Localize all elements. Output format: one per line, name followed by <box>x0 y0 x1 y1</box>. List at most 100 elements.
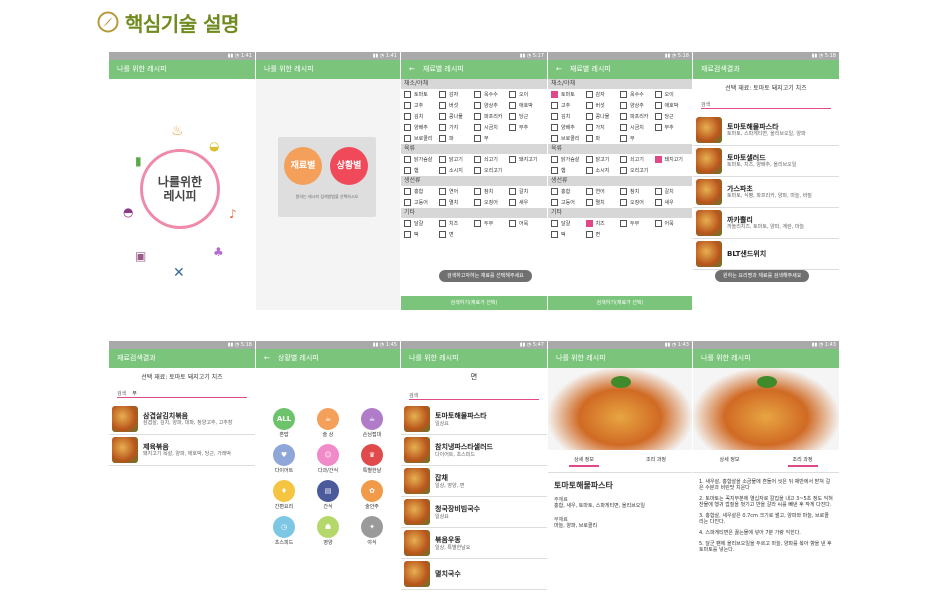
ingredient-option[interactable]: 콩나물 <box>585 113 621 120</box>
ingredient-option[interactable]: 닭고기 <box>585 156 621 163</box>
checkbox[interactable] <box>654 156 662 163</box>
situation-item[interactable]: ☕ 술 상 <box>306 408 350 438</box>
checkbox[interactable] <box>509 156 516 163</box>
checkbox[interactable] <box>404 124 411 131</box>
ingredient-option[interactable]: 달걀 <box>404 220 439 227</box>
checkbox[interactable] <box>474 188 481 195</box>
checkbox[interactable] <box>551 135 558 142</box>
list-item[interactable]: BLT샌드위치 <box>693 239 839 271</box>
situation-button[interactable]: 상황별 <box>330 147 368 185</box>
checkbox[interactable] <box>551 231 558 238</box>
ingredient-option[interactable]: 오이 <box>509 91 544 98</box>
ingredient-option[interactable]: 양상추 <box>474 102 509 109</box>
checkbox[interactable] <box>439 102 446 109</box>
search-field[interactable]: 검색 <box>701 98 831 110</box>
ingredient-option[interactable]: 감자 <box>439 91 474 98</box>
situation-item[interactable]: ♦ 간편요리 <box>262 480 306 510</box>
situation-item[interactable]: ALL 혼밥 <box>262 408 306 438</box>
checkbox[interactable] <box>585 102 593 109</box>
ingredient-option[interactable]: 양배추 <box>551 124 586 131</box>
list-item[interactable]: 가스파초 토마토, 식빵, 파프리카, 양파, 마늘, 바질 <box>693 177 839 209</box>
ingredient-option[interactable]: 돼지고기 <box>509 156 544 163</box>
checkbox[interactable] <box>551 156 558 163</box>
checkbox[interactable] <box>551 199 558 206</box>
ingredient-option[interactable]: 애호박 <box>509 102 544 109</box>
ingredient-option[interactable]: 오리고기 <box>474 167 509 174</box>
checkbox[interactable] <box>620 113 627 120</box>
checkbox[interactable] <box>404 167 411 174</box>
ingredient-option[interactable]: 시금치 <box>474 124 509 131</box>
ingredient-option[interactable]: 김치 <box>404 113 439 120</box>
situation-item[interactable]: ◷ 초스피드 <box>262 516 306 546</box>
checkbox[interactable] <box>474 167 481 174</box>
checkbox[interactable] <box>439 91 446 98</box>
list-item[interactable]: 삼겹살김치볶음 삼겹살, 김치, 양파, 대파, 청양고추, 고추장 <box>109 404 255 436</box>
checkbox[interactable] <box>404 102 411 109</box>
ingredient-option[interactable]: 고추 <box>551 102 586 109</box>
ingredient-option[interactable]: 버섯 <box>585 102 621 109</box>
checkbox[interactable] <box>620 156 627 163</box>
ingredient-option[interactable]: 당근 <box>654 113 690 120</box>
checkbox[interactable] <box>439 167 446 174</box>
ingredient-option[interactable]: 닭고기 <box>439 156 474 163</box>
checkbox[interactable] <box>654 220 662 227</box>
checkbox[interactable] <box>585 231 593 238</box>
checkbox[interactable] <box>585 113 593 120</box>
situation-item[interactable]: ☺ 다과/간식 <box>306 444 350 474</box>
ingredient-option[interactable]: 옥수수 <box>620 91 655 98</box>
checkbox[interactable] <box>620 124 627 131</box>
list-item[interactable]: 토마토샐러드 토마토, 치즈, 양배추, 올리브오일 <box>693 146 839 178</box>
checkbox[interactable] <box>551 113 558 120</box>
checkbox[interactable] <box>509 102 516 109</box>
checkbox[interactable] <box>620 102 627 109</box>
situation-item[interactable]: ✿ 술안주 <box>350 480 394 510</box>
checkbox[interactable] <box>620 167 627 174</box>
checkbox[interactable] <box>551 91 558 98</box>
ingredient-option[interactable]: 김치 <box>551 113 586 120</box>
checkbox[interactable] <box>585 167 593 174</box>
checkbox[interactable] <box>404 156 411 163</box>
checkbox[interactable] <box>585 124 593 131</box>
checkbox[interactable] <box>620 188 627 195</box>
ingredient-option[interactable]: 홍합 <box>404 188 439 195</box>
checkbox[interactable] <box>439 124 446 131</box>
ingredient-option[interactable]: 갈치 <box>509 188 544 195</box>
list-item[interactable]: 토마토해물파스타 일상요 <box>401 404 547 436</box>
ingredient-option[interactable]: 파 <box>585 135 621 142</box>
tab-detail-info[interactable]: 상세 정보 <box>715 455 745 467</box>
ingredient-option[interactable]: 소시지 <box>439 167 474 174</box>
checkbox[interactable] <box>585 91 593 98</box>
ingredient-option[interactable]: 옥수수 <box>474 91 509 98</box>
ingredient-option[interactable]: 새우 <box>654 199 690 206</box>
list-item[interactable]: 토마토해물파스타 토마토, 스파게티면, 올리브오일, 양파 <box>693 115 839 147</box>
ingredient-option[interactable]: 두부 <box>474 220 509 227</box>
ingredient-option[interactable]: 콩나물 <box>439 113 474 120</box>
situation-item[interactable]: ☕ 손님접대 <box>350 408 394 438</box>
search-ingredients-button[interactable]: 검색하기(재료가 선택) <box>401 296 547 310</box>
ingredient-option[interactable]: 브로콜리 <box>551 135 586 142</box>
search-field[interactable]: 검색 부 <box>117 387 247 399</box>
checkbox[interactable] <box>439 156 446 163</box>
situation-item[interactable]: ▤ 간식 <box>306 480 350 510</box>
checkbox[interactable] <box>551 220 558 227</box>
checkbox[interactable] <box>439 113 446 120</box>
ingredient-option[interactable]: 파 <box>439 135 474 142</box>
list-item[interactable]: 볶음우동 일상, 특별한날요 <box>401 528 547 560</box>
ingredient-option[interactable]: 가지 <box>585 124 621 131</box>
ingredient-option[interactable]: 햄 <box>551 167 586 174</box>
situation-item[interactable]: ☗ 영양 <box>306 516 350 546</box>
list-item[interactable]: 잡채 일상, 영양, 면 <box>401 466 547 498</box>
ingredient-option[interactable]: 파프리카 <box>474 113 509 120</box>
list-item[interactable]: 멸치국수 <box>401 559 547 591</box>
tab-detail-info[interactable]: 상세 정보 <box>569 455 599 467</box>
ingredient-option[interactable]: 돼지고기 <box>654 156 690 163</box>
checkbox[interactable] <box>620 91 627 98</box>
checkbox[interactable] <box>474 124 481 131</box>
ingredient-option[interactable]: 토마토 <box>404 91 439 98</box>
checkbox[interactable] <box>474 102 481 109</box>
list-item[interactable]: 참치냉파스타샐러드 다이어트, 초스피드 <box>401 435 547 467</box>
ingredient-option[interactable]: 닭가슴살 <box>551 156 586 163</box>
checkbox[interactable] <box>404 199 411 206</box>
checkbox[interactable] <box>654 124 662 131</box>
checkbox[interactable] <box>474 156 481 163</box>
